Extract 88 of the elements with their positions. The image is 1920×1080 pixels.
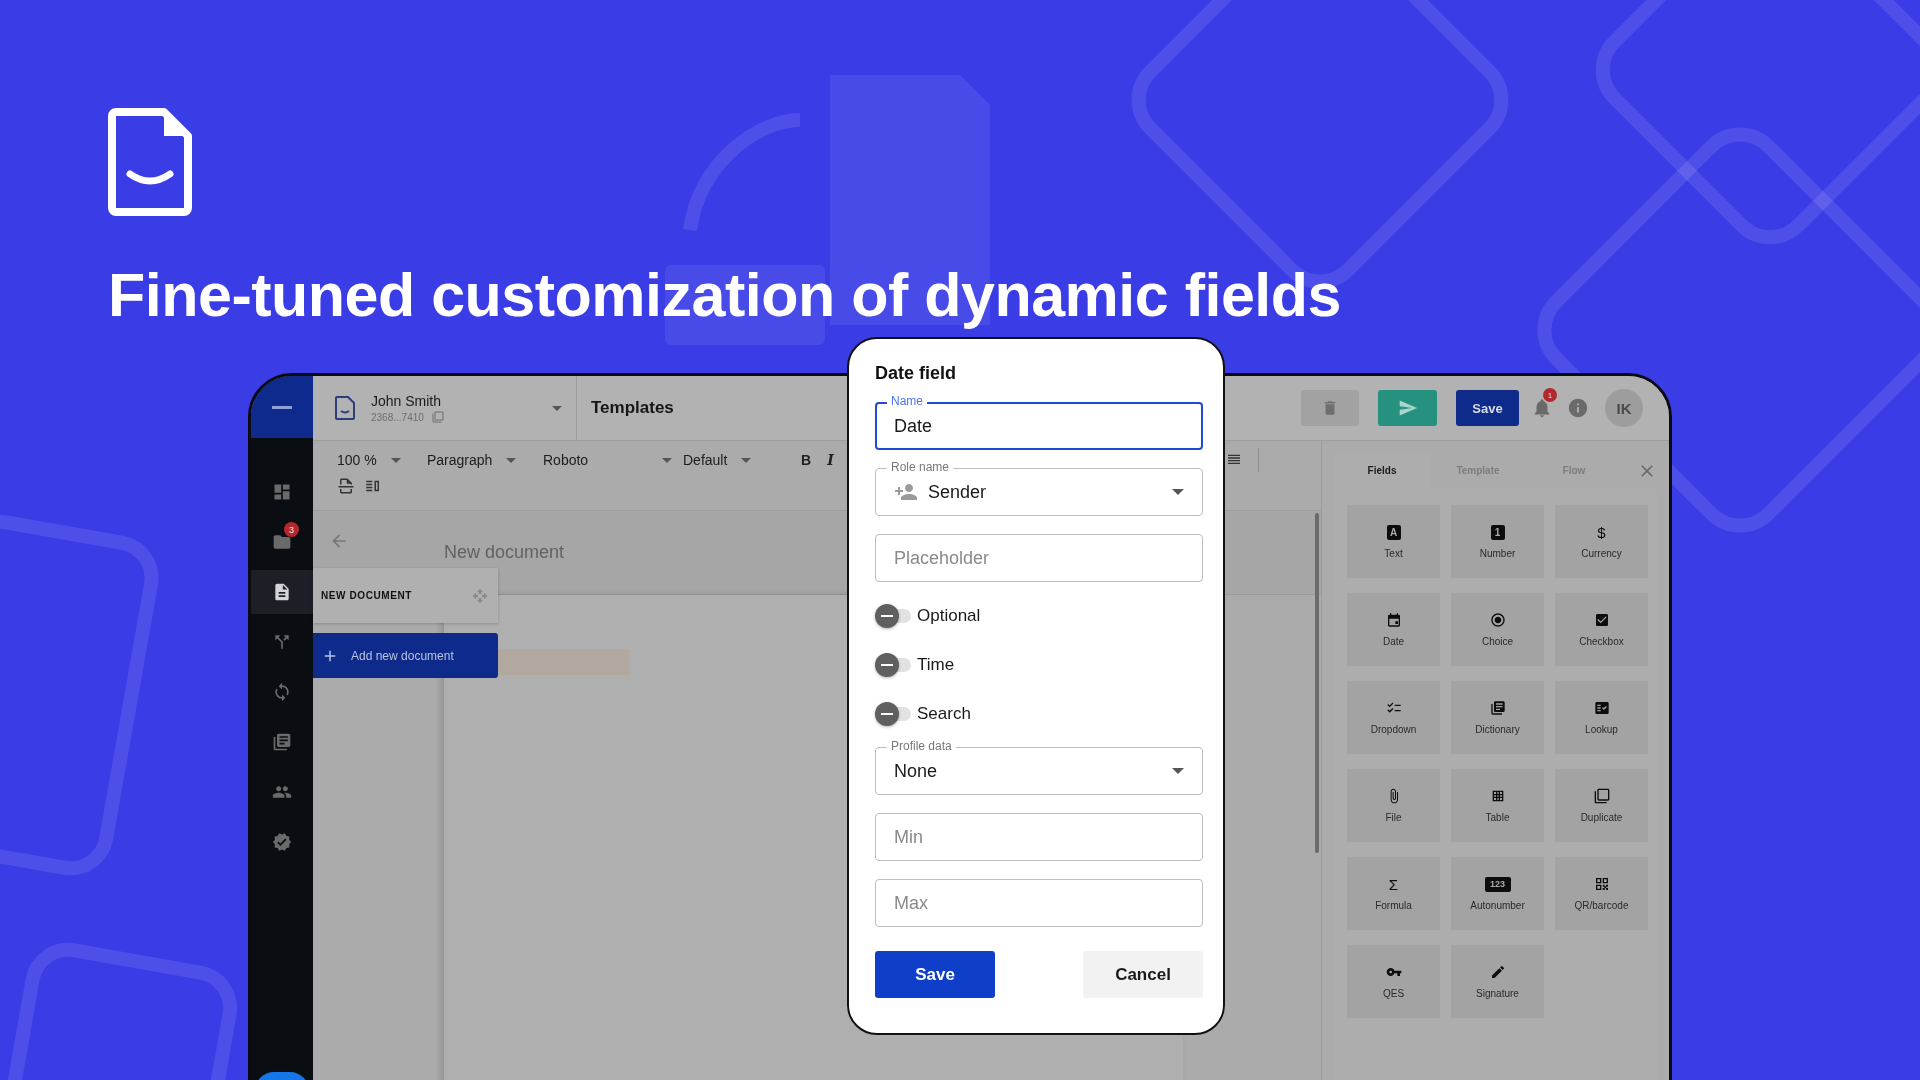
field-type-tile[interactable]: Dropdown [1347, 681, 1440, 754]
field-type-tile[interactable]: 1 Number [1451, 505, 1544, 578]
italic-button[interactable]: I [827, 452, 834, 468]
placeholder-field[interactable]: Placeholder [875, 534, 1203, 582]
symbol-icon: $ [1597, 524, 1606, 540]
max-field[interactable]: Max [875, 879, 1203, 927]
user-name: John Smith [371, 393, 443, 409]
caret-icon [1172, 768, 1184, 774]
calendar-icon [1385, 612, 1402, 628]
minus-icon [881, 664, 893, 666]
pen-icon [1489, 964, 1506, 980]
field-type-tile[interactable]: A Text [1347, 505, 1440, 578]
sidebar-item[interactable]: 3 [251, 520, 313, 564]
verified-badge-icon [272, 832, 292, 852]
library-icon [1489, 700, 1506, 716]
library-icon [272, 732, 292, 752]
letter-tile-icon: 123 [1484, 876, 1511, 892]
logo-icon [108, 108, 192, 216]
style-select[interactable]: Paragraph [427, 452, 543, 468]
caret-icon [1172, 489, 1184, 495]
minus-icon [881, 615, 893, 617]
toggle-label: Search [917, 704, 971, 724]
document-icon [335, 396, 355, 420]
notification-badge: 1 [1543, 388, 1557, 402]
radio-icon [1489, 612, 1506, 628]
bold-button[interactable]: B [801, 452, 812, 468]
field-type-tile[interactable]: Choice [1451, 593, 1544, 666]
sidebar-item[interactable] [251, 570, 313, 614]
font-select[interactable]: Roboto [543, 452, 683, 468]
save-button[interactable]: Save [875, 951, 995, 998]
field-type-tile[interactable]: Dictionary [1451, 681, 1544, 754]
send-button[interactable] [1378, 390, 1437, 426]
field-type-tile[interactable]: Lookup [1555, 681, 1648, 754]
size-select[interactable]: Default [683, 452, 763, 468]
letter-tile-icon: 1 [1490, 524, 1505, 540]
add-document-button[interactable]: Add new document [313, 633, 498, 678]
field-type-tile[interactable]: Date [1347, 593, 1440, 666]
toggle-switch[interactable] [875, 653, 911, 677]
folder-icon [272, 532, 292, 552]
count-badge: 3 [284, 522, 299, 537]
brand-logo-icon [272, 405, 292, 409]
headline: Fine-tuned customization of dynamic fields [108, 260, 1341, 330]
symbol-icon: Σ [1388, 876, 1399, 892]
delete-button[interactable] [1301, 390, 1359, 426]
dialog-title: Date field [875, 363, 958, 384]
letter-tile-icon: A [1386, 524, 1401, 540]
field-type-tile[interactable]: Σ Formula [1347, 857, 1440, 930]
toggle-switch[interactable] [875, 604, 911, 628]
info-icon [1567, 397, 1589, 419]
page-break-icon [337, 477, 355, 495]
toggle-switch[interactable] [875, 702, 911, 726]
qr-code-icon [1593, 876, 1610, 892]
field-type-tile[interactable]: Duplicate [1555, 769, 1648, 842]
document-title: New document [444, 542, 565, 563]
toggle-label: Time [917, 655, 955, 675]
field-label: Profile data [887, 739, 956, 753]
document-icon [272, 582, 292, 602]
field-type-tile[interactable]: QR/barcode [1555, 857, 1648, 930]
split-arrow-icon [272, 632, 292, 652]
document-card-title: NEW DOCUMENT [321, 590, 413, 601]
page-title: Templates [591, 398, 674, 418]
copy-icon [431, 411, 444, 423]
caret-icon[interactable] [552, 405, 562, 411]
field-label: Name [887, 394, 927, 408]
copy-icon [1593, 788, 1610, 804]
field-type-tile[interactable]: QES [1347, 945, 1440, 1018]
checklist-card-icon [1593, 700, 1610, 716]
field-type-tile[interactable]: Signature [1451, 945, 1544, 1018]
cancel-button[interactable]: Cancel [1083, 951, 1203, 998]
field-type-tile[interactable]: $ Currency [1555, 505, 1648, 578]
field-label: Role name [887, 460, 954, 474]
account-id: 2368...7410 [371, 411, 424, 423]
save-button[interactable]: Save [1456, 390, 1519, 426]
zoom-select[interactable]: 100 % [337, 452, 427, 468]
field-type-tile[interactable]: 123 Autonumber [1451, 857, 1544, 930]
field-type-tile[interactable]: Table [1451, 769, 1544, 842]
minus-icon [881, 713, 893, 715]
min-field[interactable]: Min [875, 813, 1203, 861]
checkbox-icon [1593, 612, 1610, 628]
move-icon [472, 587, 488, 604]
scrollbar[interactable] [1315, 513, 1319, 853]
dashboard-icon [272, 482, 292, 502]
document-card[interactable]: NEW DOCUMENT [313, 568, 498, 623]
send-icon [1397, 398, 1418, 418]
sync-icon [272, 682, 292, 702]
field-type-tile[interactable]: Checkbox [1555, 593, 1648, 666]
toggle-label: Optional [917, 606, 981, 626]
field-type-tile[interactable]: File [1347, 769, 1440, 842]
